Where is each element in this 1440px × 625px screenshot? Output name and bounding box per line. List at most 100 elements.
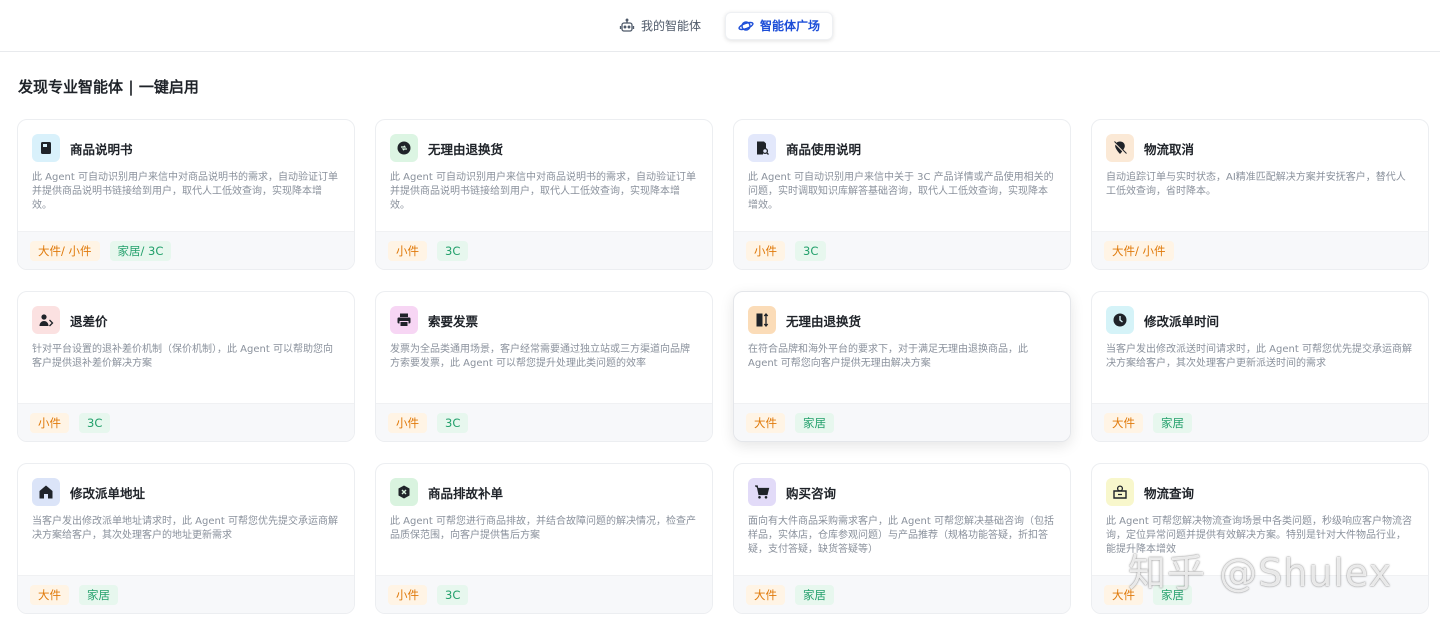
agent-card-body: 商品说明书此 Agent 可自动识别用户来信中对商品说明书的需求，自动验证订单并… <box>18 120 354 231</box>
agent-card[interactable]: 修改派单时间当客户发出修改派送时间请求时，此 Agent 可帮您优先提交承运商解… <box>1091 291 1429 442</box>
agent-card-body: 索要发票 发票为全品类通用场景，客户经常需要通过独立站或三方渠道向品牌方索要发票，… <box>376 292 712 403</box>
top-tab-bar: 我的智能体 智能体广场 <box>0 0 1440 52</box>
agent-card[interactable]: 修改派单地址当客户发出修改派单地址请求时，此 Agent 可帮您优先提交承运商解… <box>17 463 355 614</box>
agent-card-header: 退差价 <box>32 306 340 334</box>
agent-card-tags: 小件 3C <box>376 403 712 441</box>
tag-badge: 大件 <box>746 584 785 605</box>
agent-card[interactable]: 商品排故补单此 Agent 可帮您进行商品排故，并结合故障问题的解决情况，检查产… <box>375 463 713 614</box>
agent-card-body: 无理由退换货此 Agent 可自动识别用户来信中对商品说明书的需求，自动验证订单… <box>376 120 712 231</box>
agent-card-title: 修改派单地址 <box>70 485 146 501</box>
tag-badge: 小件 <box>388 240 427 261</box>
agent-card-header: 商品说明书 <box>32 134 340 162</box>
agent-card-header: 物流查询 <box>1106 478 1414 506</box>
agent-card-tags: 小件 3C <box>376 231 712 269</box>
agent-card-title: 修改派单时间 <box>1144 313 1220 329</box>
agent-card-header: 商品排故补单 <box>390 478 698 506</box>
agent-card-tags: 小件 3C <box>734 231 1070 269</box>
clock-icon <box>1106 306 1134 334</box>
agent-card-body: 物流查询此 Agent 可帮您解决物流查询场景中各类问题，秒级响应客户物流咨询，… <box>1092 464 1428 575</box>
agent-card-body: 退差价针对平台设置的退补差价机制（保价机制），此 Agent 可以帮助您向客户提… <box>18 292 354 403</box>
agent-card-header: 修改派单时间 <box>1106 306 1414 334</box>
tag-badge: 家居 <box>79 584 118 605</box>
agent-card[interactable]: 无理由退换货 在符合品牌和海外平台的要求下，对于满足无理由退换商品，此 Agent… <box>733 291 1071 442</box>
tag-badge: 大件/ 小件 <box>30 240 100 261</box>
tag-badge: 3C <box>795 240 827 261</box>
printer-icon <box>390 306 418 334</box>
agent-card-title: 无理由退换货 <box>786 313 862 329</box>
agent-card-grid: 商品说明书此 Agent 可自动识别用户来信中对商品说明书的需求，自动验证订单并… <box>17 119 1430 614</box>
agent-card-tags: 大件 家居 <box>734 403 1070 441</box>
tag-badge: 家居 <box>795 412 834 433</box>
agent-card-header: 无理由退换货 <box>748 306 1056 334</box>
tag-badge: 3C <box>437 240 469 261</box>
cart-icon <box>748 478 776 506</box>
agent-card-description: 此 Agent 可自动识别用户来信中关于 3C 产品详情或产品使用相关的问题，实… <box>748 172 1054 211</box>
planet-icon <box>738 20 754 31</box>
tag-badge: 小件 <box>746 240 785 261</box>
tag-badge: 3C <box>79 412 111 433</box>
tag-badge: 家居 <box>1153 584 1192 605</box>
agent-card-description: 此 Agent 可自动识别用户来信中对商品说明书的需求，自动验证订单并提供商品说… <box>32 172 338 211</box>
agent-card-title: 退差价 <box>70 313 108 329</box>
agent-card-header: 商品使用说明 <box>748 134 1056 162</box>
agent-card[interactable]: 物流取消自动追踪订单与实时状态，AI精准匹配解决方案并安抚客户，替代人工低效查询… <box>1091 119 1429 270</box>
agent-card-body: 修改派单时间当客户发出修改派送时间请求时，此 Agent 可帮您优先提交承运商解… <box>1092 292 1428 403</box>
agent-card-title: 购买咨询 <box>786 485 837 501</box>
agent-card[interactable]: 商品说明书此 Agent 可自动识别用户来信中对商品说明书的需求，自动验证订单并… <box>17 119 355 270</box>
tag-badge: 家居 <box>795 584 834 605</box>
agent-card-body: 无理由退换货 在符合品牌和海外平台的要求下，对于满足无理由退换商品，此 Agent… <box>734 292 1070 403</box>
agent-card-description: 当客户发出修改派送时间请求时，此 Agent 可帮您优先提交承运商解决方案给客户… <box>1106 344 1412 369</box>
tag-badge: 小件 <box>388 412 427 433</box>
tab-my-agents-label: 我的智能体 <box>640 19 701 33</box>
agent-card-tags: 大件 家居 <box>1092 575 1428 613</box>
agent-card-description: 当客户发出修改派单地址请求时，此 Agent 可帮您优先提交承运商解决方案给客户… <box>32 516 338 541</box>
agent-card[interactable]: 物流查询此 Agent 可帮您解决物流查询场景中各类问题，秒级响应客户物流咨询，… <box>1091 463 1429 614</box>
agent-card-title: 商品排故补单 <box>428 485 504 501</box>
tag-badge: 家居 <box>1153 412 1192 433</box>
agent-card-tags: 小件 3C <box>376 575 712 613</box>
agent-card-body: 商品使用说明此 Agent 可自动识别用户来信中关于 3C 产品详情或产品使用相… <box>734 120 1070 231</box>
tab-agent-square-label: 智能体广场 <box>760 19 821 33</box>
agent-card-tags: 大件 家居 <box>1092 403 1428 441</box>
agent-card-title: 商品使用说明 <box>786 141 862 157</box>
tool-icon <box>390 478 418 506</box>
tag-badge: 大件 <box>746 412 785 433</box>
tag-badge: 大件 <box>30 584 69 605</box>
agent-card[interactable]: 无理由退换货此 Agent 可自动识别用户来信中对商品说明书的需求，自动验证订单… <box>375 119 713 270</box>
page-title: 发现专业智能体 | 一键启用 <box>18 78 199 96</box>
agent-card[interactable]: 商品使用说明此 Agent 可自动识别用户来信中关于 3C 产品详情或产品使用相… <box>733 119 1071 270</box>
agent-card-description: 面向有大件商品采购需求客户，此 Agent 可帮您解决基础咨询（包括样品，实体店… <box>748 516 1054 555</box>
tag-badge: 3C <box>437 412 469 433</box>
agent-card-title: 无理由退换货 <box>428 141 504 157</box>
agent-card-body: 修改派单地址当客户发出修改派单地址请求时，此 Agent 可帮您优先提交承运商解… <box>18 464 354 575</box>
agent-card-header: 无理由退换货 <box>390 134 698 162</box>
book-icon <box>32 134 60 162</box>
tag-badge: 大件 <box>1104 584 1143 605</box>
tab-agent-square[interactable]: 智能体广场 <box>725 11 834 40</box>
door-arrows-icon <box>748 306 776 334</box>
person-refund-icon <box>32 306 60 334</box>
agent-card-description: 自动追踪订单与实时状态，AI精准匹配解决方案并安抚客户，替代人工低效查询，省时降… <box>1106 172 1406 197</box>
agent-card-description: 针对平台设置的退补差价机制（保价机制），此 Agent 可以帮助您向客户提供退补… <box>32 344 333 369</box>
home-icon <box>32 478 60 506</box>
robot-icon <box>619 18 635 32</box>
agent-card-title: 物流取消 <box>1144 141 1195 157</box>
agent-card-tags: 大件/ 小件 家居/ 3C <box>18 231 354 269</box>
tab-my-agents[interactable]: 我的智能体 <box>607 12 713 40</box>
agent-card-header: 物流取消 <box>1106 134 1414 162</box>
agent-card-tags: 大件/ 小件 <box>1092 231 1428 269</box>
tag-badge: 家居/ 3C <box>109 240 172 261</box>
tag-badge: 3C <box>437 584 469 605</box>
tag-badge: 小件 <box>388 584 427 605</box>
location-off-icon <box>1106 134 1134 162</box>
agent-card-description: 此 Agent 可自动识别用户来信中对商品说明书的需求，自动验证订单并提供商品说… <box>390 172 696 211</box>
tag-badge: 大件 <box>1104 412 1143 433</box>
agent-card[interactable]: 购买咨询面向有大件商品采购需求客户，此 Agent 可帮您解决基础咨询（包括样品… <box>733 463 1071 614</box>
agent-card[interactable]: 退差价针对平台设置的退补差价机制（保价机制），此 Agent 可以帮助您向客户提… <box>17 291 355 442</box>
doc-search-icon <box>748 134 776 162</box>
agent-card-title: 商品说明书 <box>70 141 133 157</box>
agent-card[interactable]: 索要发票 发票为全品类通用场景，客户经常需要通过独立站或三方渠道向品牌方索要发票，… <box>375 291 713 442</box>
tag-badge: 大件/ 小件 <box>1104 240 1174 261</box>
agent-card-title: 物流查询 <box>1144 485 1195 501</box>
agent-card-body: 购买咨询面向有大件商品采购需求客户，此 Agent 可帮您解决基础咨询（包括样品… <box>734 464 1070 575</box>
